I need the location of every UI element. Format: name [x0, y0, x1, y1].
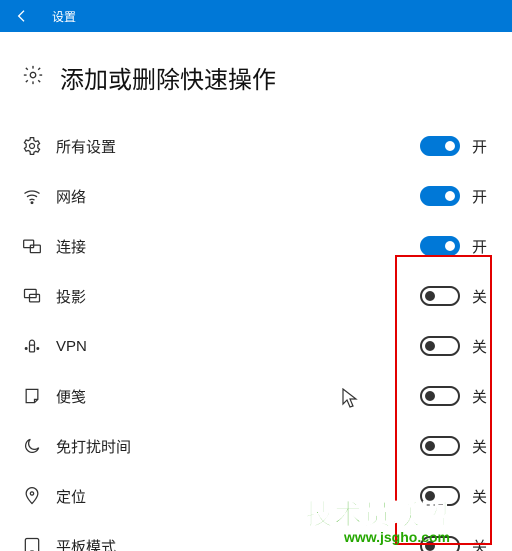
row-vpn: VPN 关	[22, 321, 490, 371]
row-label: 所有设置	[56, 136, 420, 157]
toggle-state: 关	[472, 486, 490, 507]
toggle-state: 关	[472, 386, 490, 407]
row-label: 免打扰时间	[56, 436, 420, 457]
row-location: 定位 关	[22, 471, 490, 521]
toggle-state: 开	[472, 186, 490, 207]
toggle-state: 开	[472, 236, 490, 257]
row-sticky-notes: 便笺 关	[22, 371, 490, 421]
toggle-state: 关	[472, 336, 490, 357]
toggle-network[interactable]	[420, 186, 460, 206]
location-icon	[22, 486, 56, 506]
app-title: 设置	[52, 8, 76, 25]
row-network: 网络 开	[22, 171, 490, 221]
row-label: 网络	[56, 186, 420, 207]
note-icon	[22, 386, 56, 406]
toggle-state: 关	[472, 536, 490, 551]
row-project: 投影 关	[22, 271, 490, 321]
project-icon	[22, 286, 56, 306]
toggle-all-settings[interactable]	[420, 136, 460, 156]
row-all-settings: 所有设置 开	[22, 121, 490, 171]
row-connect: 连接 开	[22, 221, 490, 271]
toggle-state: 开	[472, 136, 490, 157]
back-button[interactable]	[0, 0, 44, 32]
row-tablet-mode: 平板模式 关	[22, 521, 490, 551]
row-label: VPN	[56, 338, 420, 355]
moon-icon	[22, 436, 56, 456]
toggle-tablet-mode[interactable]	[420, 536, 460, 551]
toggle-sticky-notes[interactable]	[420, 386, 460, 406]
quick-actions-list: 所有设置 开 网络 开 连接 开 投影 关 VPN 关	[22, 121, 490, 551]
vpn-icon	[22, 336, 56, 356]
toggle-connect[interactable]	[420, 236, 460, 256]
toggle-project[interactable]	[420, 286, 460, 306]
cursor-icon	[342, 388, 358, 415]
row-quiet-hours: 免打扰时间 关	[22, 421, 490, 471]
page-title: 添加或删除快速操作	[60, 60, 276, 95]
row-label: 便笺	[56, 386, 420, 407]
settings-icon	[22, 136, 56, 156]
row-label: 投影	[56, 286, 420, 307]
toggle-state: 关	[472, 436, 490, 457]
connect-icon	[22, 236, 56, 256]
tablet-icon	[22, 536, 56, 551]
row-label: 定位	[56, 486, 420, 507]
gear-icon	[22, 64, 44, 91]
row-label: 平板模式	[56, 536, 420, 551]
toggle-state: 关	[472, 286, 490, 307]
toggle-quiet-hours[interactable]	[420, 436, 460, 456]
toggle-vpn[interactable]	[420, 336, 460, 356]
toggle-location[interactable]	[420, 486, 460, 506]
row-label: 连接	[56, 236, 420, 257]
wifi-icon	[22, 186, 56, 206]
